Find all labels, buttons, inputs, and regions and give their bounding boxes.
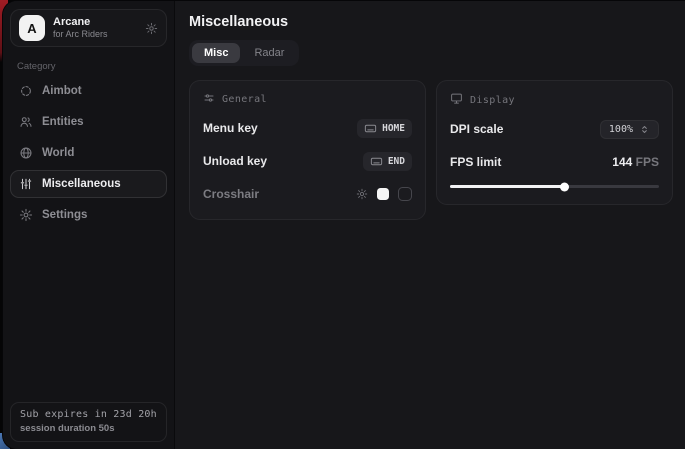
dpi-scale-select[interactable]: 100% xyxy=(600,120,659,139)
sliders-icon xyxy=(19,177,33,191)
gear-icon[interactable] xyxy=(145,22,158,35)
chevrons-up-down-icon xyxy=(639,124,650,135)
general-card-title: General xyxy=(222,94,267,105)
keyboard-icon xyxy=(370,155,383,168)
sidebar-item-label: Entities xyxy=(42,116,84,128)
menu-key-value: HOME xyxy=(382,123,405,134)
unload-key-label: Unload key xyxy=(203,154,267,168)
sidebar-item-label: Miscellaneous xyxy=(42,178,121,190)
crosshair-controls xyxy=(356,187,412,201)
adjustments-icon xyxy=(203,92,215,107)
fps-slider-fill xyxy=(450,185,565,188)
crosshair-row: Crosshair xyxy=(203,182,412,206)
category-label: Category xyxy=(17,61,160,72)
unload-key-bind-button[interactable]: END xyxy=(363,152,412,171)
cards-row: General Menu key HOME Unload key xyxy=(189,80,685,220)
slider-track xyxy=(450,185,659,188)
crosshair-icon xyxy=(19,84,33,98)
fps-limit-slider[interactable] xyxy=(450,182,659,191)
keyboard-icon xyxy=(364,122,377,135)
sidebar-item-entities[interactable]: Entities xyxy=(10,108,167,136)
gear-icon[interactable] xyxy=(356,188,368,200)
sidebar-item-label: Settings xyxy=(42,209,87,221)
sidebar-nav: Aimbot Entities World Miscellaneous xyxy=(10,77,167,229)
sidebar-item-miscellaneous[interactable]: Miscellaneous xyxy=(10,170,167,198)
display-card: Display DPI scale 100% FPS limit 144 FPS xyxy=(436,80,673,205)
general-card-header: General xyxy=(203,92,412,107)
dpi-scale-label: DPI scale xyxy=(450,122,503,136)
unload-key-row: Unload key END xyxy=(203,149,412,173)
tab-bar: Misc Radar xyxy=(189,40,299,66)
brand-card: A Arcane for Arc Riders xyxy=(10,9,167,47)
crosshair-label: Crosshair xyxy=(203,187,259,201)
display-card-header: Display xyxy=(450,92,659,108)
fps-unit: FPS xyxy=(636,155,659,169)
page-title: Miscellaneous xyxy=(189,14,685,30)
sidebar-item-world[interactable]: World xyxy=(10,139,167,167)
sidebar: A Arcane for Arc Riders Category Aimbot xyxy=(3,1,175,449)
crosshair-checkbox[interactable] xyxy=(398,187,412,201)
display-card-title: Display xyxy=(470,95,515,106)
globe-icon xyxy=(19,146,33,160)
main-panel: Miscellaneous Misc Radar General Menu ke… xyxy=(175,1,685,449)
sidebar-item-label: Aimbot xyxy=(42,85,82,97)
sub-expiry-text: Sub expires in 23d 20h xyxy=(20,409,157,420)
sidebar-item-settings[interactable]: Settings xyxy=(10,201,167,229)
fps-limit-label: FPS limit xyxy=(450,155,501,169)
tab-misc[interactable]: Misc xyxy=(192,43,240,63)
menu-key-label: Menu key xyxy=(203,121,258,135)
menu-key-bind-button[interactable]: HOME xyxy=(357,119,412,138)
slider-thumb[interactable] xyxy=(560,182,569,191)
brand-text: Arcane for Arc Riders xyxy=(53,16,108,41)
sidebar-item-label: World xyxy=(42,147,74,159)
fps-limit-row: FPS limit 144 FPS xyxy=(450,150,659,174)
brand-title: Arcane xyxy=(53,16,108,30)
tab-radar[interactable]: Radar xyxy=(242,43,296,63)
brand-subtitle: for Arc Riders xyxy=(53,29,108,40)
session-duration-text: session duration 50s xyxy=(20,423,157,434)
subscription-card: Sub expires in 23d 20h session duration … xyxy=(10,402,167,442)
avatar: A xyxy=(19,15,45,41)
users-icon xyxy=(19,115,33,129)
fps-limit-value: 144 FPS xyxy=(612,155,659,169)
sidebar-item-aimbot[interactable]: Aimbot xyxy=(10,77,167,105)
monitor-icon xyxy=(450,92,463,108)
dpi-scale-row: DPI scale 100% xyxy=(450,117,659,141)
gear-icon xyxy=(19,208,33,222)
app-window: A Arcane for Arc Riders Category Aimbot xyxy=(3,1,685,449)
crosshair-color-swatch[interactable] xyxy=(377,188,389,200)
unload-key-value: END xyxy=(388,156,405,167)
general-card: General Menu key HOME Unload key xyxy=(189,80,426,220)
menu-key-row: Menu key HOME xyxy=(203,116,412,140)
dpi-scale-value: 100% xyxy=(609,124,633,135)
